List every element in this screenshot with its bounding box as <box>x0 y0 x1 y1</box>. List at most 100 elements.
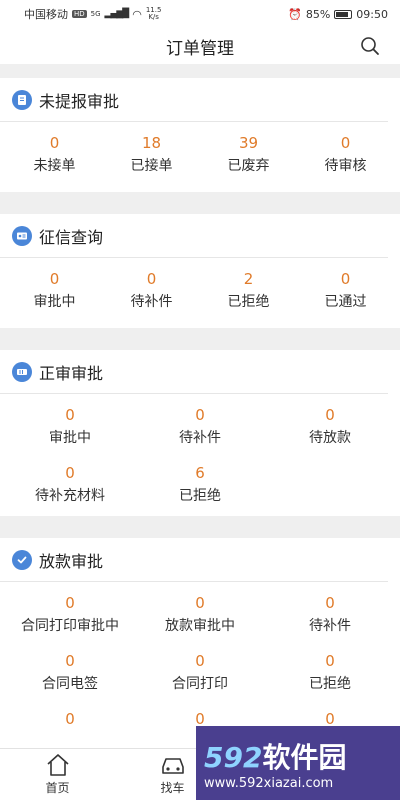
section-formal-review: 正审审批 0 审批中 0 待补件 0 待放款 0 待补充材料 6 已拒绝 <box>0 350 400 516</box>
stat-label: 已拒绝 <box>227 294 270 310</box>
stat-value: 18 <box>141 134 162 152</box>
section-title: 征信查询 <box>39 227 104 247</box>
stat-label: 合同打印审批中 <box>21 618 119 634</box>
stat-label: 已通过 <box>324 294 367 310</box>
stat-value: 0 <box>49 270 60 288</box>
stat-discarded[interactable]: 39 已废弃 <box>200 122 297 180</box>
stat-value: 0 <box>195 652 205 670</box>
stats-grid: 0 审批中 0 待补件 0 待放款 0 待补充材料 6 已拒绝 <box>0 394 400 510</box>
stat-rejected[interactable]: 0 已拒绝 <box>265 640 395 698</box>
stat-value: 0 <box>195 594 205 612</box>
stat-pending-materials[interactable]: 0 待补充材料 <box>5 452 135 510</box>
section-title: 正审审批 <box>39 363 104 383</box>
hd-badge: HD <box>72 10 87 18</box>
watermark-url: www.592xiazai.com <box>204 775 334 791</box>
nav-label: 首页 <box>45 781 70 795</box>
stat-value: 0 <box>340 270 351 288</box>
stat-value: 0 <box>65 406 75 424</box>
stat-pending-docs[interactable]: 0 待补件 <box>265 582 395 640</box>
stat-value: 0 <box>65 652 75 670</box>
document-icon <box>12 89 32 110</box>
stat-rejected[interactable]: 6 已拒绝 <box>135 452 265 510</box>
section-header: 正审审批 <box>0 350 388 394</box>
section-header: 征信查询 <box>0 214 388 258</box>
nav-label: 找车 <box>160 781 185 795</box>
stat-value: 0 <box>65 594 75 612</box>
stats-grid: 0 审批中 0 待补件 2 已拒绝 0 已通过 <box>0 258 400 316</box>
status-bar: 中国移动 HD 5G ▂▄▆█ ◠ 11.5 K/s ⏰ 85% 09:50 <box>0 0 400 28</box>
search-icon <box>361 37 379 55</box>
check-badge-icon <box>12 549 32 570</box>
stat-contract-print[interactable]: 0 合同打印 <box>135 640 265 698</box>
stat-loan-in-approval[interactable]: 0 放款审批中 <box>135 582 265 640</box>
alarm-icon: ⏰ <box>288 7 302 21</box>
stat-not-accepted[interactable]: 0 未接单 <box>6 122 103 180</box>
stat-passed[interactable]: 0 已通过 <box>297 258 394 316</box>
site-watermark: 592软件园 www.592xiazai.com <box>196 726 400 800</box>
stat-label: 未接单 <box>33 158 76 174</box>
stat-value: 0 <box>195 406 205 424</box>
stat-label: 已废弃 <box>227 158 270 174</box>
section-header: 放款审批 <box>0 538 388 582</box>
stat-in-approval[interactable]: 0 审批中 <box>6 258 103 316</box>
battery-icon <box>334 9 353 19</box>
battery-percent: 85% <box>305 7 331 21</box>
stat-pending-docs[interactable]: 0 待补件 <box>135 394 265 452</box>
stat-pending-docs[interactable]: 0 待补件 <box>103 258 200 316</box>
wifi-icon: ◠ <box>132 7 142 21</box>
page-header: 订单管理 <box>0 28 400 64</box>
watermark-logo: 592软件园 <box>204 736 400 776</box>
stat-label: 已拒绝 <box>309 676 351 692</box>
stat-value: 0 <box>325 652 335 670</box>
stat-partial-1[interactable]: 0 <box>5 698 135 748</box>
stat-label: 待补充材料 <box>35 488 105 504</box>
stat-value: 0 <box>49 134 60 152</box>
stat-contract-esign[interactable]: 0 合同电签 <box>5 640 135 698</box>
stat-value: 6 <box>195 464 205 482</box>
net-speed: 11.5 K/s <box>146 7 162 21</box>
section-credit-inquiry: 征信查询 0 审批中 0 待补件 2 已拒绝 0 已通过 <box>0 214 400 328</box>
car-icon <box>161 758 184 774</box>
stat-value: 0 <box>146 270 157 288</box>
stat-value: 0 <box>65 710 75 728</box>
stat-label: 待放款 <box>309 430 351 446</box>
search-button[interactable] <box>360 36 380 56</box>
stat-label: 合同打印 <box>172 676 228 692</box>
id-card-icon <box>12 225 32 246</box>
section-loan-approval: 放款审批 0 合同打印审批中 0 放款审批中 0 待补件 0 合同电签 0 合同打印 0 已… <box>0 538 400 748</box>
stat-value: 0 <box>340 134 351 152</box>
stat-label: 已接单 <box>130 158 173 174</box>
stat-rejected[interactable]: 2 已拒绝 <box>200 258 297 316</box>
stat-label: 待补件 <box>130 294 173 310</box>
stat-value: 39 <box>238 134 259 152</box>
stat-pending-loan[interactable]: 0 待放款 <box>265 394 395 452</box>
stat-value: 0 <box>325 594 335 612</box>
stat-label: 已拒绝 <box>179 488 221 504</box>
status-left: 中国移动 HD 5G ▂▄▆█ ◠ 11.5 K/s <box>24 6 161 22</box>
stat-label: 合同电签 <box>42 676 98 692</box>
watermark-text: 软件园 <box>262 740 347 774</box>
stat-label: 待补件 <box>179 430 221 446</box>
watermark-digits: 592 <box>204 740 263 774</box>
stat-label: 待审核 <box>324 158 367 174</box>
battery-fill <box>336 11 349 17</box>
net-speed-unit: K/s <box>148 13 159 21</box>
section-header: 未提报审批 <box>0 78 388 122</box>
stat-in-approval[interactable]: 0 审批中 <box>5 394 135 452</box>
stat-value: 2 <box>243 270 254 288</box>
stat-value: 0 <box>65 464 75 482</box>
stat-label: 放款审批中 <box>165 618 235 634</box>
signal-icon: ▂▄▆█ <box>104 9 130 19</box>
stat-pending-review[interactable]: 0 待审核 <box>297 122 394 180</box>
stat-contract-print-approval[interactable]: 0 合同打印审批中 <box>5 582 135 640</box>
carrier-name: 中国移动 <box>24 8 68 21</box>
stats-grid: 0 合同打印审批中 0 放款审批中 0 待补件 0 合同电签 0 合同打印 0 已拒绝 0 … <box>0 582 400 748</box>
section-title: 放款审批 <box>39 551 104 571</box>
stat-accepted[interactable]: 18 已接单 <box>103 122 200 180</box>
section-unsubmitted-approval: 未提报审批 0 未接单 18 已接单 39 已废弃 0 待审核 <box>0 78 400 192</box>
nav-home[interactable]: 首页 <box>0 749 115 800</box>
stat-label: 审批中 <box>33 294 76 310</box>
ticket-icon <box>12 361 32 382</box>
section-title: 未提报审批 <box>39 91 120 111</box>
stat-value: 0 <box>325 406 335 424</box>
